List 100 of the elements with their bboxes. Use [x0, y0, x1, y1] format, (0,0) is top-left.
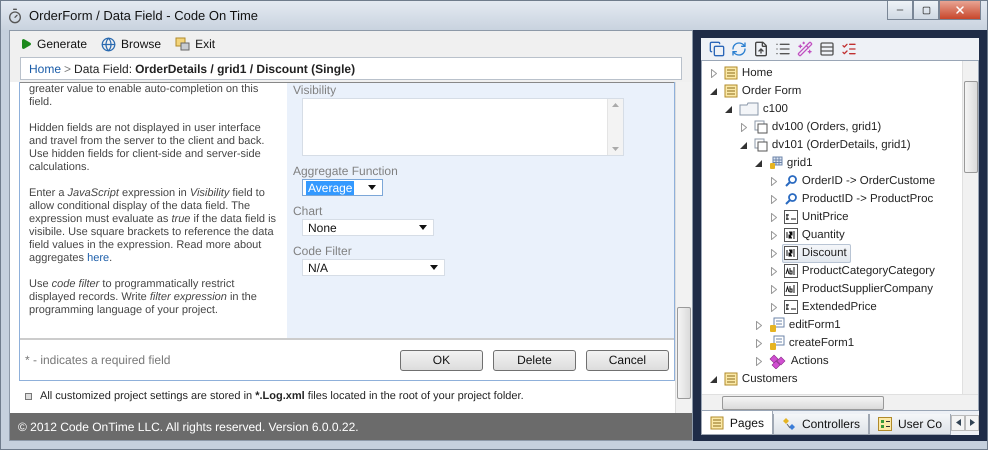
breadcrumb-link[interactable]: Home [29, 62, 62, 76]
grid-icon [768, 156, 783, 170]
help-text: Enter a JavaScript expression in Visibility field to allow conditional display of the data field. The expression must evaluate as true if the data field is visibile. Use square brackets to reference the data field values in the expression. Read more about aggregates here. [29, 187, 278, 265]
collapsed-arrow-icon[interactable] [770, 194, 777, 204]
tree-item[interactable]: createForm1 [766, 334, 858, 352]
up-arrow-icon[interactable] [612, 103, 619, 107]
collapsed-arrow-icon[interactable] [770, 176, 777, 186]
page-icon [724, 372, 738, 386]
expanded-arrow-icon[interactable] [710, 88, 718, 94]
tree-item[interactable]: ProductID -> ProductProc [782, 190, 938, 208]
document-icon[interactable] [752, 41, 769, 57]
tree-item[interactable]: Quantity [782, 226, 849, 244]
dialog-button[interactable]: Delete [492, 350, 576, 370]
close-button[interactable] [939, 1, 981, 20]
scrollbar[interactable] [607, 99, 623, 155]
note-text: All customized project settings are stored in *.Log.xml files located in the root of your project folder. [40, 390, 524, 402]
toolbar-button[interactable]: Exit [175, 37, 216, 51]
breadcrumb-current: OrderDetails / grid1 / Discount (Single) [135, 62, 356, 76]
collapsed-arrow-icon[interactable] [770, 284, 777, 294]
folder-icon [738, 102, 759, 116]
toolbar-button[interactable]: Generate [20, 37, 88, 51]
dropdown-arrow-icon [419, 225, 427, 230]
tree-item[interactable]: grid1 [766, 154, 816, 172]
collapsed-arrow-icon[interactable] [756, 320, 762, 330]
stopwatch-icon [7, 8, 23, 24]
dropdown-arrow-icon [368, 185, 376, 190]
collapsed-arrow-icon[interactable] [770, 230, 777, 240]
expanded-arrow-icon[interactable] [755, 160, 762, 166]
refresh-icon[interactable] [730, 41, 747, 57]
collapsed-arrow-icon[interactable] [756, 356, 762, 366]
help-link[interactable]: here [87, 252, 110, 264]
window-title: OrderForm / Data Field - Code On Time [29, 8, 258, 23]
tab[interactable]: Pages [700, 411, 773, 435]
dropdown-field[interactable]: None [302, 219, 434, 236]
close-icon [954, 4, 966, 16]
tab[interactable]: User Co [868, 414, 951, 435]
number-field-icon [784, 246, 798, 260]
expanded-arrow-icon[interactable] [725, 106, 732, 112]
required-note: * - indicates a required field [25, 353, 170, 367]
tab-scroll-right-button[interactable] [965, 415, 979, 431]
collapsed-arrow-icon[interactable] [770, 248, 777, 258]
collapsed-arrow-icon[interactable] [756, 338, 762, 348]
tree-item[interactable]: ProductSupplierCompany [782, 280, 937, 298]
dropdown-arrow-icon [430, 265, 438, 270]
horizontal-scrollbar[interactable] [702, 394, 978, 410]
checklist-icon[interactable] [840, 41, 857, 57]
vertical-scrollbar[interactable] [962, 61, 978, 394]
text-field-icon [784, 282, 798, 296]
dialog-button[interactable]: OK [400, 350, 483, 370]
collapsed-arrow-icon[interactable] [770, 212, 777, 222]
page-icon [710, 416, 724, 430]
toolbar-button[interactable]: Browse [101, 36, 162, 52]
magnifier-icon [784, 174, 798, 188]
tree-item[interactable]: dv100 (Orders, grid1) [752, 118, 886, 136]
tree-item[interactable]: Order Form [722, 82, 806, 100]
tree-item[interactable]: OrderID -> OrderCustome [782, 172, 940, 190]
currency-field-icon [784, 210, 798, 224]
user-controls-icon [878, 417, 892, 431]
page-icon [724, 66, 738, 80]
down-arrow-icon[interactable] [612, 147, 619, 151]
maximize-button[interactable] [913, 1, 939, 20]
vertical-scrollbar[interactable] [674, 82, 692, 413]
maximize-icon [922, 6, 930, 14]
text-field-icon [784, 264, 798, 278]
right-arrow-icon [970, 418, 974, 426]
help-text: greater value to enable auto-completion on this field. [29, 83, 260, 109]
copy-icon[interactable] [708, 41, 725, 57]
tree-item[interactable]: dv101 (OrderDetails, grid1) [752, 136, 915, 154]
expanded-arrow-icon[interactable] [710, 376, 718, 382]
stacked-windows-icon [754, 138, 768, 152]
tree-item[interactable]: Customers [722, 370, 802, 388]
tree-item[interactable]: Actions [766, 352, 833, 370]
tab[interactable]: Controllers [772, 414, 869, 435]
wand-icon[interactable] [796, 41, 813, 57]
tree-item[interactable]: c100 [736, 100, 792, 118]
form-icon [768, 335, 785, 351]
expanded-arrow-icon[interactable] [740, 142, 748, 148]
tree-item[interactable]: ProductCategoryCategory [782, 262, 939, 280]
collapsed-arrow-icon[interactable] [740, 122, 747, 132]
breadcrumb-separator: > [64, 62, 72, 76]
stacked-windows-icon [754, 120, 768, 134]
tree-item[interactable]: UnitPrice [782, 208, 853, 226]
rows-icon[interactable] [818, 41, 835, 57]
tree-item[interactable]: editForm1 [766, 316, 845, 334]
tree-item[interactable]: Home [722, 64, 777, 82]
tree-item[interactable]: Discount [782, 244, 851, 262]
field-label: Chart [293, 204, 324, 218]
list-icon[interactable] [774, 41, 791, 57]
tree-item[interactable]: ExtendedPrice [782, 298, 881, 316]
collapsed-arrow-icon[interactable] [710, 68, 717, 78]
field-label: Aggregate Function [293, 164, 399, 178]
dropdown-field[interactable]: N/A [302, 259, 445, 276]
left-arrow-icon [956, 418, 960, 426]
text-area-field[interactable] [302, 98, 624, 156]
status-bar: © 2012 Code OnTime LLC. All rights reserved. Version 6.0.0.22. [10, 413, 692, 440]
collapsed-arrow-icon[interactable] [770, 266, 777, 276]
dialog-button[interactable]: Cancel [586, 350, 669, 370]
collapsed-arrow-icon[interactable] [770, 302, 777, 312]
tab-scroll-left-button[interactable] [951, 415, 965, 431]
magnifier-icon [784, 192, 798, 206]
